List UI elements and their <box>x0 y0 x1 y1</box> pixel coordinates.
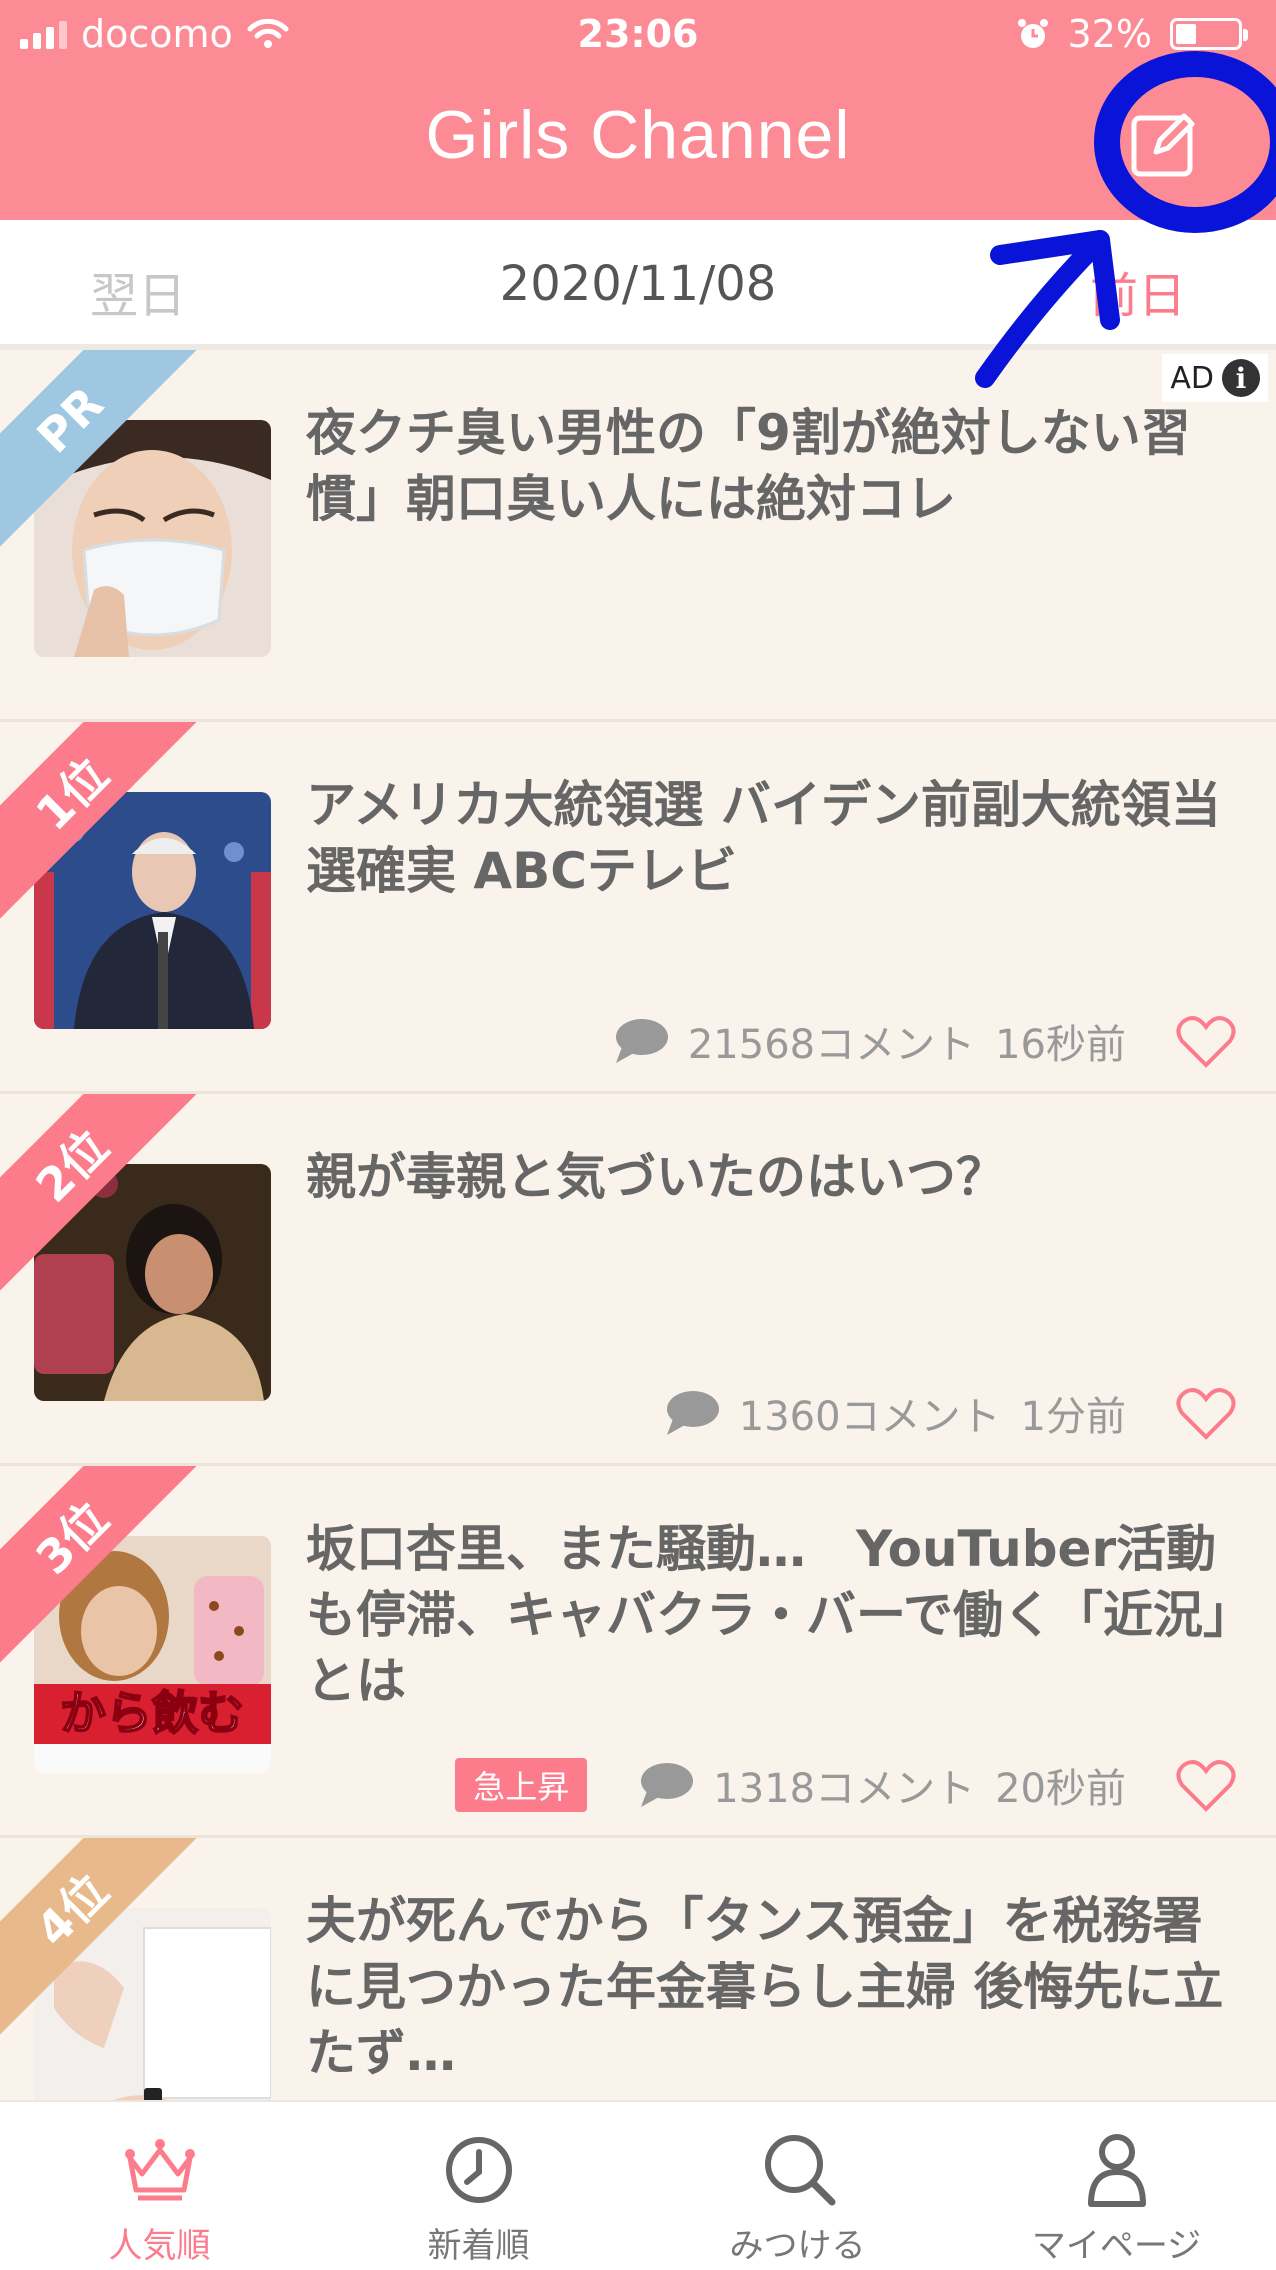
current-date: 2020/11/08 <box>499 256 777 312</box>
nav-tab-popular[interactable]: 人気順 <box>0 2102 319 2270</box>
nav-label: 人気順 <box>108 2226 211 2266</box>
heart-icon[interactable] <box>1176 1013 1236 1069</box>
search-icon <box>764 2135 835 2206</box>
topic-list: PR 夜クチ臭い男性の「9割が絶対しない習慣」朝口臭い人には絶対コレ 1位 アメ… <box>0 350 1276 2210</box>
item-meta: 21568コメント 16秒前 <box>612 1012 1236 1070</box>
list-item[interactable]: PR 夜クチ臭い男性の「9割が絶対しない習慣」朝口臭い人には絶対コレ <box>0 350 1276 722</box>
app-header: docomo 23:06 32% Girls Channel <box>0 0 1276 220</box>
ad-label[interactable]: AD i <box>1162 354 1268 402</box>
item-title[interactable]: 坂口杏里、また騒動… YouTuber活動も停滞、キャバクラ・バーで働く「近況」… <box>306 1516 1246 1714</box>
item-title[interactable]: 夫が死んでから「タンス預金」を税務署に見つかった年金暮らし主婦 後悔先に立たず… <box>306 1888 1246 2086</box>
previous-day-button[interactable]: 前日 <box>1090 256 1186 326</box>
item-meta: 1360コメント 1分前 <box>663 1384 1236 1442</box>
nav-label: マイページ <box>1031 2226 1202 2266</box>
battery-icon <box>1170 18 1248 50</box>
post-time: 1分前 <box>1020 1394 1126 1440</box>
nav-tab-mypage[interactable]: マイページ <box>957 2102 1276 2270</box>
clock-icon <box>445 2137 512 2203</box>
nav-tab-new[interactable]: 新着順 <box>319 2102 638 2270</box>
date-navigation: 翌日 2020/11/08 前日 <box>0 220 1276 350</box>
trending-badge: 急上昇 <box>455 1758 588 1812</box>
status-bar: docomo 23:06 32% <box>0 8 1276 64</box>
list-item[interactable]: 1位 アメリカ大統領選 バイデン前副大統領当選確実 ABCテレビ 21568コメ… <box>0 722 1276 1094</box>
battery-percent: 32% <box>1067 12 1152 56</box>
comment-count: 1318コメント <box>713 1766 976 1812</box>
ad-text: AD <box>1170 360 1214 396</box>
compose-icon[interactable] <box>1130 108 1200 178</box>
comment-icon <box>641 1763 694 1807</box>
item-meta: 急上昇 1318コメント 20秒前 <box>455 1756 1236 1814</box>
info-icon[interactable]: i <box>1222 359 1260 397</box>
heart-icon[interactable] <box>1176 1757 1236 1813</box>
comment-count: 1360コメント <box>738 1394 1001 1440</box>
list-item[interactable]: 2位 親が毒親と気づいたのはいつ？ 1360コメント 1分前 <box>0 1094 1276 1466</box>
bottom-navigation: 人気順 新着順 みつける マイページ <box>0 2100 1276 2270</box>
item-title[interactable]: 親が毒親と気づいたのはいつ？ <box>306 1144 1246 1210</box>
item-title[interactable]: アメリカ大統領選 バイデン前副大統領当選確実 ABCテレビ <box>306 772 1246 904</box>
alarm-icon <box>1017 19 1048 48</box>
crown-icon <box>124 2139 195 2201</box>
nav-label: みつける <box>729 2226 866 2266</box>
status-right: 32% <box>1016 12 1248 56</box>
nav-label: 新着順 <box>427 2226 530 2266</box>
comment-count: 21568コメント <box>687 1022 976 1068</box>
comment-icon <box>666 1391 719 1435</box>
list-item[interactable]: 3位 から飲む 坂口杏里、また騒動… YouTuber活動も停滞、キャバクラ・バ… <box>0 1466 1276 1838</box>
post-time: 16秒前 <box>995 1022 1126 1068</box>
comment-icon <box>615 1019 668 1063</box>
item-title[interactable]: 夜クチ臭い男性の「9割が絶対しない習慣」朝口臭い人には絶対コレ <box>306 400 1246 532</box>
post-time: 20秒前 <box>995 1766 1126 1812</box>
nav-tab-search[interactable]: みつける <box>638 2102 957 2270</box>
person-icon <box>1087 2134 1146 2207</box>
thumb-caption: から飲む <box>60 1686 244 1740</box>
heart-icon[interactable] <box>1176 1385 1236 1441</box>
app-title: Girls Channel <box>425 97 851 173</box>
